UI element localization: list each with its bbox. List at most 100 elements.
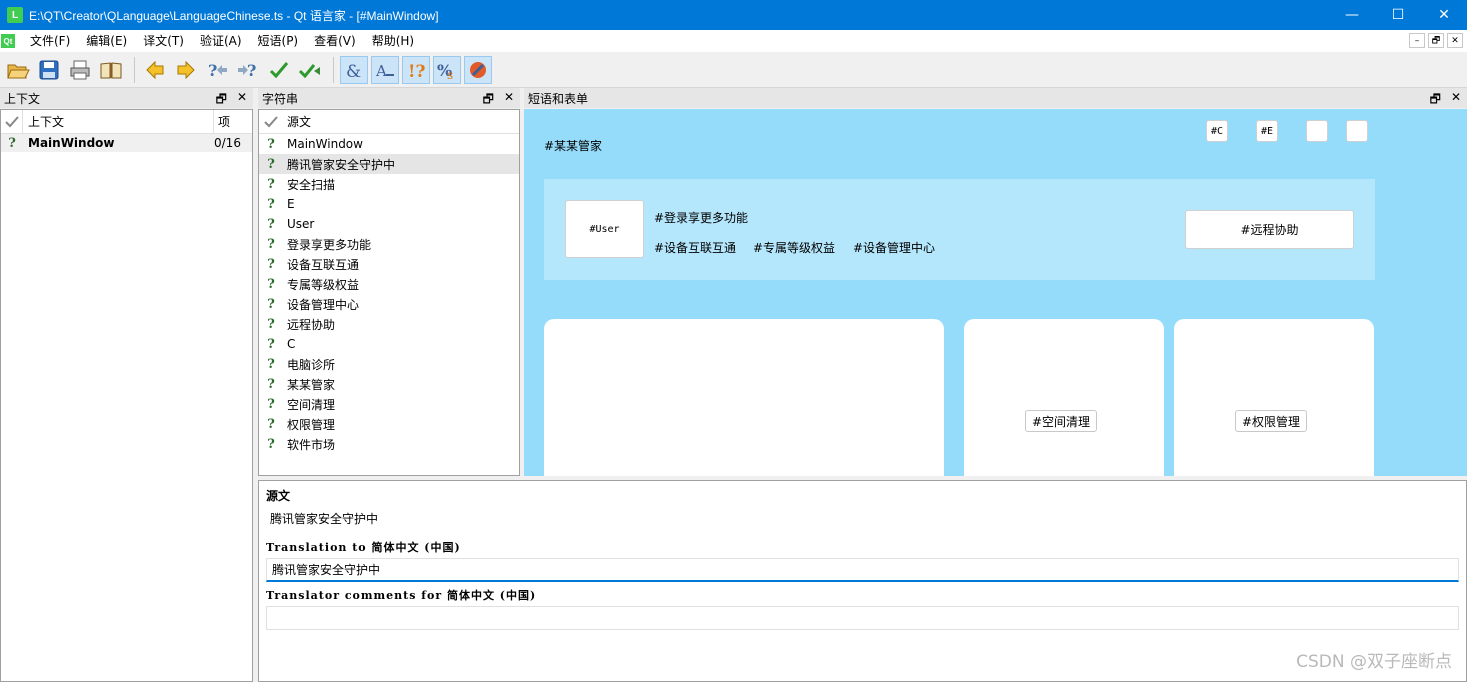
menu-file[interactable]: 文件(F) [22,30,78,52]
comments-field[interactable] [266,606,1459,630]
string-row[interactable]: ? E [259,194,519,214]
feature-label-3[interactable]: #设备管理中心 [853,239,935,256]
open-folder-icon[interactable] [4,56,32,84]
string-text: 软件市场 [287,437,336,452]
source-column-header[interactable]: 源文 [283,113,311,130]
next-unfinished-icon[interactable]: ? [234,56,262,84]
permission-button[interactable]: #权限管理 [1235,410,1308,432]
unfinished-icon: ? [267,376,275,392]
permission-card: #权限管理 [1174,319,1374,476]
string-text: 腾讯管家安全守护中 [287,157,396,172]
phrase-match-icon[interactable]: !? [402,55,430,84]
done-check-icon[interactable] [265,56,293,84]
menu-translation[interactable]: 译文(T) [135,30,192,52]
context-name: MainWindow [28,136,115,150]
unfinished-icon: ? [267,316,275,332]
unfinished-icon: ? [267,216,275,232]
remote-assist-button[interactable]: #远程协助 [1185,210,1354,249]
dock-close-icon[interactable]: ✕ [504,90,514,111]
menu-phrases[interactable]: 短语(P) [250,30,307,52]
feature-label-2[interactable]: #专属等级权益 [753,239,835,256]
string-row[interactable]: ? 权限管理 [259,414,519,434]
string-row[interactable]: ? 软件市场 [259,434,519,454]
string-text: 设备互联互通 [287,257,360,272]
accelerator-icon[interactable]: & [340,55,368,84]
form-button-c[interactable]: #C [1206,120,1228,142]
form-button-blank-1[interactable] [1306,120,1328,142]
dock-float-icon[interactable]: 🗗 [1430,90,1441,111]
string-row[interactable]: ? 设备管理中心 [259,294,519,314]
string-text: E [287,197,295,211]
next-arrow-icon[interactable] [172,56,200,84]
menu-validation[interactable]: 验证(A) [192,30,250,52]
dock-close-icon[interactable]: ✕ [1451,90,1461,111]
feature-label-1[interactable]: #设备互联互通 [654,239,736,256]
user-login-label[interactable]: #登录享更多功能 [654,209,748,226]
watermark: CSDN @双子座断点 [1296,652,1452,672]
svg-text:s: s [447,68,453,81]
maximize-button[interactable]: ☐ [1375,0,1421,30]
context-column-header[interactable]: 上下文 [23,109,214,134]
svg-text:?: ? [247,61,256,80]
brand-label[interactable]: #某某管家 [544,137,602,154]
string-row[interactable]: ? 远程协助 [259,314,519,334]
translation-field[interactable]: 腾讯管家安全守护中 [266,558,1459,582]
string-row[interactable]: ? 某某管家 [259,374,519,394]
toolbar: ? ? & A !? % s [0,52,1467,88]
string-text: 登录享更多功能 [287,237,372,252]
prev-arrow-icon[interactable] [141,56,169,84]
string-row[interactable]: ? 专属等级权益 [259,274,519,294]
string-text: 空间清理 [287,397,336,412]
unfinished-icon: ? [267,296,275,312]
form-button-blank-2[interactable] [1346,120,1368,142]
save-icon[interactable] [35,56,63,84]
context-row-mainwindow[interactable]: ? MainWindow 0/16 [1,134,252,152]
mdi-restore-button[interactable]: 🗗 [1428,33,1444,48]
title-bar: L E:\QT\Creator\QLanguage\LanguageChines… [0,0,1467,30]
dock-float-icon[interactable]: 🗗 [483,90,494,111]
mdi-close-button[interactable]: ✕ [1447,33,1463,48]
forms-dock-label: 短语和表单 [528,91,589,106]
context-dock-title: 上下文 🗗 ✕ [0,88,253,108]
minimize-button[interactable]: — [1329,0,1375,30]
string-row[interactable]: ? 腾讯管家安全守护中 [259,154,519,174]
string-text: 专属等级权益 [287,277,360,292]
print-icon[interactable] [66,56,94,84]
space-clean-button[interactable]: #空间清理 [1025,410,1098,432]
mdi-minimize-button[interactable]: – [1409,33,1425,48]
context-dock-label: 上下文 [4,91,41,106]
prev-unfinished-icon[interactable]: ? [203,56,231,84]
string-row[interactable]: ? C [259,334,519,354]
context-count: 0/16 [214,136,241,150]
done-next-icon[interactable] [296,56,324,84]
string-row[interactable]: ? 登录享更多功能 [259,234,519,254]
dock-float-icon[interactable]: 🗗 [216,90,227,111]
string-row[interactable]: ? 空间清理 [259,394,519,414]
svg-text:?: ? [208,61,217,80]
user-avatar-button[interactable]: #User [565,200,644,258]
string-text: 权限管理 [287,417,336,432]
string-text: 电脑诊所 [287,357,336,372]
context-header: 上下文 项 [1,109,252,134]
punctuation-icon[interactable]: A [371,55,399,84]
menu-help[interactable]: 帮助(H) [364,30,422,52]
close-button[interactable]: ✕ [1421,0,1467,30]
string-row[interactable]: ? 电脑诊所 [259,354,519,374]
menu-edit[interactable]: 编辑(E) [78,30,135,52]
string-row[interactable]: ? 设备互联互通 [259,254,519,274]
surrounding-whitespace-icon[interactable] [464,55,492,84]
string-text: 远程协助 [287,317,336,332]
string-row[interactable]: ? 安全扫描 [259,174,519,194]
unfinished-icon: ? [267,176,275,192]
placeholder-icon[interactable]: % s [433,55,461,84]
menu-view[interactable]: 查看(V) [306,30,364,52]
string-row[interactable]: ? MainWindow [259,134,519,154]
form-button-e[interactable]: #E [1256,120,1278,142]
string-row[interactable]: ? User [259,214,519,234]
phrase-book-icon[interactable] [97,56,125,84]
dock-close-icon[interactable]: ✕ [237,90,247,111]
count-column-header[interactable]: 项 [214,113,252,130]
unfinished-icon: ? [267,276,275,292]
source-title: 源文 [266,489,291,503]
unfinished-icon: ? [267,436,275,452]
